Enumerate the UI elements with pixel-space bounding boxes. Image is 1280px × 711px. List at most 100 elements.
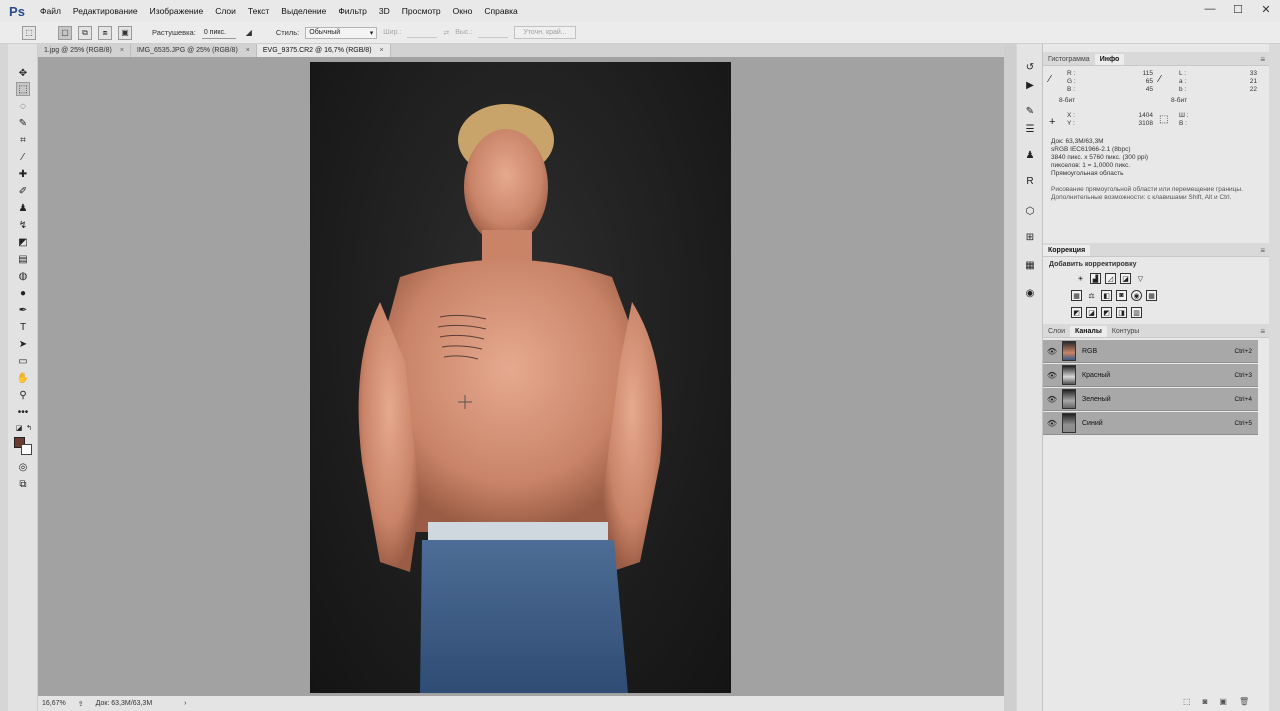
blur-tool-icon[interactable]: ◍ bbox=[16, 269, 30, 283]
timeline-icon[interactable]: ▦ bbox=[1023, 258, 1037, 272]
anti-alias-icon[interactable]: ◢ bbox=[242, 26, 256, 40]
curves-icon[interactable]: ◿ bbox=[1105, 273, 1116, 284]
channel-row[interactable]: 👁 Синий Ctrl+5 bbox=[1043, 412, 1258, 435]
panel-collapse-bar[interactable] bbox=[1269, 44, 1280, 711]
channel-mixer-icon[interactable]: ◉ bbox=[1131, 290, 1142, 301]
background-color-swatch[interactable] bbox=[21, 444, 32, 455]
intersect-selection-icon[interactable]: ▣ bbox=[118, 25, 132, 40]
delete-channel-icon[interactable]: 🗑 bbox=[1239, 697, 1249, 706]
menu-image[interactable]: Изображение bbox=[144, 0, 210, 22]
threshold-icon[interactable]: ◩ bbox=[1101, 307, 1112, 318]
rectangle-tool-icon[interactable]: ▭ bbox=[16, 354, 30, 368]
eye-icon[interactable]: 👁 bbox=[1045, 395, 1059, 404]
hue-saturation-icon[interactable]: ▦ bbox=[1071, 290, 1082, 301]
paragraph-icon[interactable]: R bbox=[1023, 174, 1037, 188]
quick-mask-icon[interactable]: ◎ bbox=[16, 460, 30, 474]
document-image[interactable] bbox=[310, 62, 731, 693]
history-brush-tool-icon[interactable]: ↯ bbox=[16, 218, 30, 232]
path-select-tool-icon[interactable]: ➤ bbox=[16, 337, 30, 351]
pen-tool-icon[interactable]: ✒ bbox=[16, 303, 30, 317]
color-lookup-icon[interactable]: ▦ bbox=[1146, 290, 1157, 301]
invert-icon[interactable]: ◩ bbox=[1071, 307, 1082, 318]
tab-channels[interactable]: Каналы bbox=[1070, 326, 1107, 337]
lasso-tool-icon[interactable]: ◌ bbox=[16, 99, 30, 113]
tab-adjustments[interactable]: Коррекция bbox=[1043, 245, 1091, 256]
menu-type[interactable]: Текст bbox=[242, 0, 275, 22]
maximize-button[interactable]: ☐ bbox=[1232, 3, 1244, 16]
save-selection-icon[interactable]: ◙ bbox=[1203, 697, 1208, 706]
doc-tab[interactable]: 1.jpg @ 25% (RGB/8) × bbox=[38, 44, 131, 57]
canvas-area[interactable] bbox=[38, 57, 1004, 696]
more-tools-icon[interactable]: ••• bbox=[16, 405, 30, 419]
export-icon[interactable]: ⇪ bbox=[78, 700, 84, 708]
quick-select-tool-icon[interactable]: ✎ bbox=[16, 116, 30, 130]
screen-mode-icon[interactable]: ⧉ bbox=[16, 477, 30, 491]
marquee-tool-preset-icon[interactable]: ⬚ bbox=[22, 25, 36, 40]
exposure-icon[interactable]: ◪ bbox=[1120, 273, 1131, 284]
tab-info[interactable]: Инфо bbox=[1094, 54, 1125, 65]
zoom-tool-icon[interactable]: ⚲ bbox=[16, 388, 30, 402]
gradient-tool-icon[interactable]: ▤ bbox=[16, 252, 30, 266]
clone-stamp-tool-icon[interactable]: ♟ bbox=[16, 201, 30, 215]
tab-layers[interactable]: Слои bbox=[1043, 326, 1070, 337]
photo-filter-icon[interactable]: ◙ bbox=[1116, 290, 1127, 301]
eraser-tool-icon[interactable]: ◩ bbox=[16, 235, 30, 249]
panel-menu-icon[interactable]: ≡ bbox=[1260, 327, 1265, 336]
status-expand-arrow[interactable]: › bbox=[184, 700, 186, 707]
menu-layers[interactable]: Слои bbox=[209, 0, 242, 22]
doc-tab-active[interactable]: EVG_9375.CR2 @ 16,7% (RGB/8) × bbox=[256, 44, 391, 57]
channel-row[interactable]: 👁 Красный Ctrl+3 bbox=[1043, 364, 1258, 387]
doc-tab[interactable]: IMG_6535.JPG @ 25% (RGB/8) × bbox=[131, 44, 257, 57]
color-balance-icon[interactable]: ⚖ bbox=[1086, 290, 1097, 301]
swap-colors-icon[interactable]: ↰ bbox=[22, 421, 36, 435]
tab-paths[interactable]: Контуры bbox=[1107, 326, 1144, 337]
3d-panel-icon[interactable]: ◉ bbox=[1023, 286, 1037, 300]
channel-row[interactable]: 👁 RGB Ctrl+2 bbox=[1043, 340, 1258, 363]
glyphs-icon[interactable]: ⬡ bbox=[1023, 204, 1037, 218]
vibrance-icon[interactable]: ▽ bbox=[1135, 273, 1146, 284]
rect-marquee-tool-icon[interactable]: ⬚ bbox=[16, 82, 30, 96]
eye-icon[interactable]: 👁 bbox=[1045, 371, 1059, 380]
style-select[interactable]: Обычный ▾ bbox=[305, 26, 378, 39]
properties-icon[interactable]: ⊞ bbox=[1023, 230, 1037, 244]
subtract-selection-icon[interactable]: ⧈ bbox=[98, 25, 112, 40]
menu-window[interactable]: Окно bbox=[447, 0, 479, 22]
menu-select[interactable]: Выделение bbox=[275, 0, 332, 22]
eye-icon[interactable]: 👁 bbox=[1045, 347, 1059, 356]
posterize-icon[interactable]: ◪ bbox=[1086, 307, 1097, 318]
healing-brush-tool-icon[interactable]: ✚ bbox=[16, 167, 30, 181]
panel-menu-icon[interactable]: ≡ bbox=[1260, 246, 1265, 255]
selective-color-icon[interactable]: ◨ bbox=[1116, 307, 1127, 318]
channel-row[interactable]: 👁 Зеленый Ctrl+4 bbox=[1043, 388, 1258, 411]
new-channel-icon[interactable]: ▣ bbox=[1219, 697, 1227, 706]
close-window-button[interactable]: ✕ bbox=[1260, 3, 1272, 16]
eyedropper-tool-icon[interactable]: ⁄ bbox=[16, 150, 30, 164]
panel-menu-icon[interactable]: ≡ bbox=[1260, 55, 1265, 64]
feather-input[interactable] bbox=[201, 26, 236, 39]
brush-tool-icon[interactable]: ✐ bbox=[16, 184, 30, 198]
close-tab-icon[interactable]: × bbox=[380, 47, 384, 54]
clone-source-icon[interactable]: ♟ bbox=[1023, 148, 1037, 162]
close-tab-icon[interactable]: × bbox=[246, 47, 250, 54]
add-selection-icon[interactable]: ⧉ bbox=[78, 25, 92, 40]
brush-settings-icon[interactable]: ✎ bbox=[1023, 104, 1037, 118]
load-selection-icon[interactable]: ⬚ bbox=[1183, 697, 1191, 706]
levels-icon[interactable]: ▟ bbox=[1090, 273, 1101, 284]
dodge-tool-icon[interactable]: ● bbox=[16, 286, 30, 300]
black-white-icon[interactable]: ◧ bbox=[1101, 290, 1112, 301]
vertical-scrollbar[interactable] bbox=[1004, 44, 1016, 711]
zoom-level[interactable]: 16,67% bbox=[42, 700, 66, 707]
move-tool-icon[interactable]: ✥ bbox=[16, 66, 30, 80]
menu-filter[interactable]: Фильтр bbox=[332, 0, 373, 22]
minimize-button[interactable]: — bbox=[1204, 3, 1216, 15]
history-panel-icon[interactable]: ↺ bbox=[1023, 60, 1037, 74]
menu-help[interactable]: Справка bbox=[478, 0, 523, 22]
eye-icon[interactable]: 👁 bbox=[1045, 419, 1059, 428]
hand-tool-icon[interactable]: ✋ bbox=[16, 371, 30, 385]
new-selection-icon[interactable]: ▢ bbox=[58, 25, 72, 40]
type-tool-icon[interactable]: T bbox=[16, 320, 30, 334]
menu-view[interactable]: Просмотр bbox=[396, 0, 447, 22]
tab-histogram[interactable]: Гистограмма bbox=[1043, 54, 1095, 65]
menu-file[interactable]: Файл bbox=[34, 0, 67, 22]
menu-edit[interactable]: Редактирование bbox=[67, 0, 144, 22]
